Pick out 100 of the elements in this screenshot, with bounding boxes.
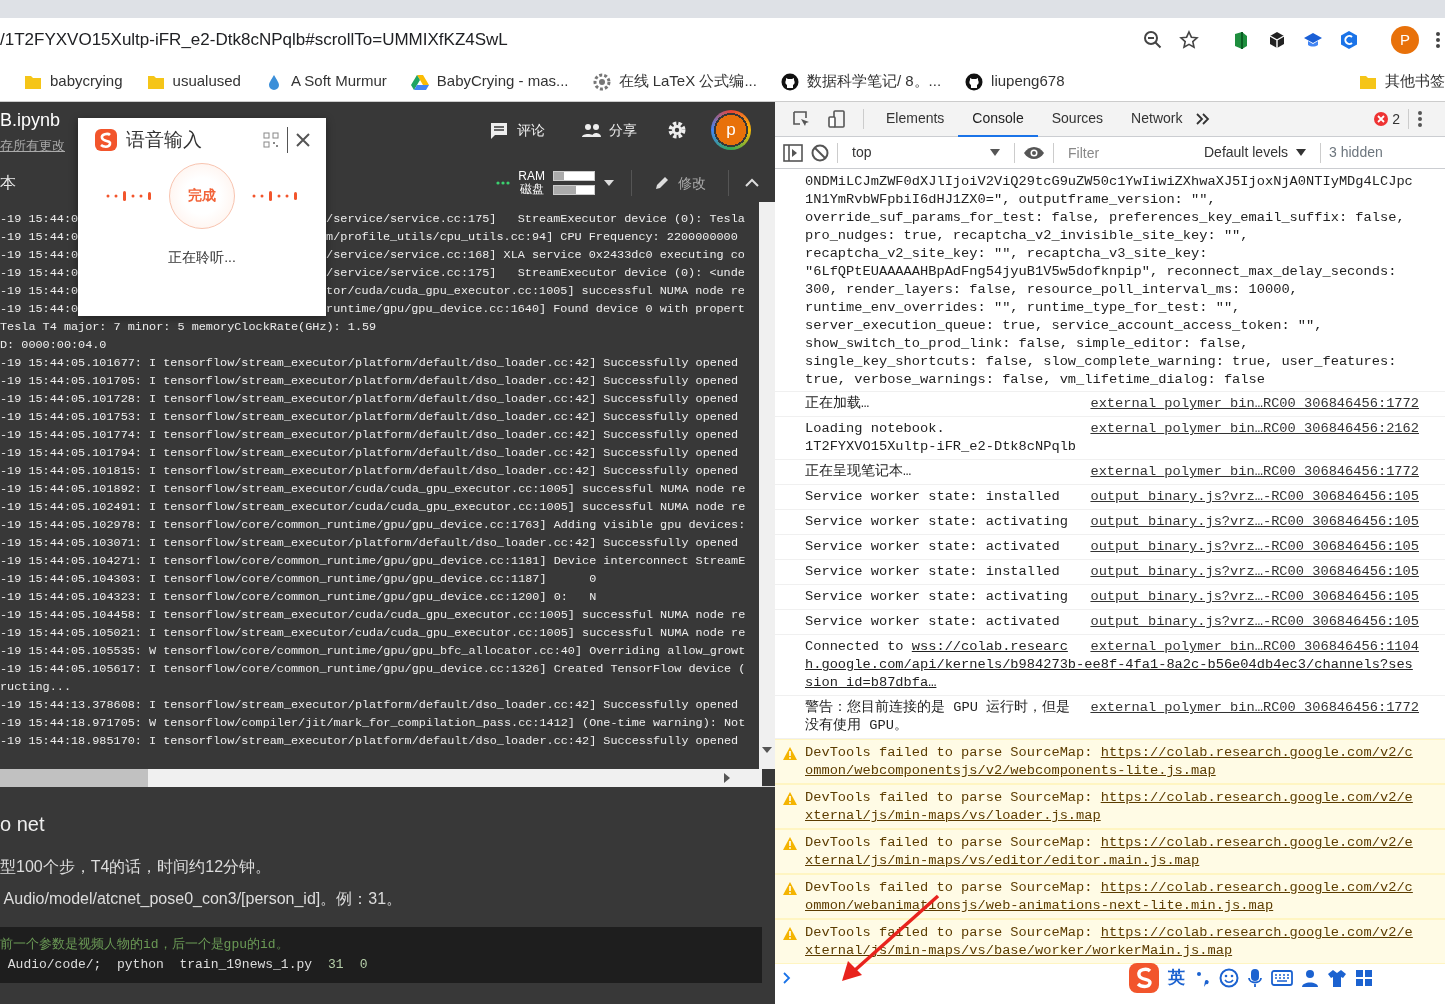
zoom-out-icon[interactable] [1143, 30, 1163, 50]
grid-icon[interactable] [1355, 969, 1373, 987]
bookmark-link[interactable]: 数据科学笔记/ 8。... [806, 70, 942, 93]
log-line: -19 15:44:05.101774: I tensorflow/stream_executor/platform/default/dso_loader.cc:42] Successfully opened [0, 427, 740, 444]
keyboard-icon[interactable] [1271, 970, 1293, 986]
source-link[interactable]: output_binary.js?vrz…-RC00_306846456:105 [1090, 513, 1419, 531]
scroll-right-icon[interactable] [724, 773, 730, 783]
pencil-icon [654, 175, 670, 191]
source-link[interactable]: output_binary.js?vrz…-RC00_306846456:105 [1090, 588, 1419, 606]
source-link[interactable]: output_binary.js?vrz…-RC00_306846456:105 [1090, 538, 1419, 556]
log-line: tor/cuda/cuda_gpu_executor.cc:1005] successful NUMA node re [326, 283, 745, 300]
input-mode-toggle[interactable]: 英 [1168, 965, 1185, 991]
disk-label: 磁盘 [519, 183, 544, 196]
source-link[interactable]: output_binary.js?vrz…-RC00_306846456:105 [1090, 488, 1419, 506]
caret-icon[interactable] [603, 179, 615, 187]
qr-code-icon[interactable] [263, 132, 279, 149]
source-link[interactable]: output_binary.js?vrz…-RC00_306846456:105 [1090, 613, 1419, 631]
log-line: ructing... [0, 679, 72, 696]
log-line: -19 15:44:05.105535: W tensorflow/core/common_runtime/gpu/gpu_bfc_allocator.cc:40] Overriding allow_growt [0, 643, 747, 660]
prompt-icon [783, 972, 791, 984]
url-text[interactable]: /1T2FYXVO15Xultp-iFR_e2-Dtk8cNPqlb#scrollTo=UMMIXfKZ4SwL [0, 27, 1143, 53]
log-line: -19 15:44:0 [0, 301, 79, 318]
settings-icon[interactable] [667, 120, 687, 140]
comment-icon [489, 121, 509, 139]
log-line: -19 15:44:05.101892: I tensorflow/stream_executor/cuda/cuda_gpu_executor.cc:1005] successful NUMA node re [0, 481, 747, 498]
cell-text: 型100个步，T4的话，时间约12分钟。 [0, 857, 273, 877]
error-icon [1374, 112, 1389, 126]
code-text: Audio/code/; python train_19news_1.py [6, 956, 313, 974]
popup-title: 语音输入 [126, 128, 202, 152]
s-logo-icon[interactable] [1128, 962, 1160, 994]
log-line: -19 15:44:05.102491: I tensorflow/stream_executor/cuda/cuda_gpu_executor.cc:1005] successful NUMA node re [0, 499, 747, 516]
listening-status: 正在聆听... [168, 248, 236, 265]
console-message: 正在加载… [805, 396, 870, 411]
levels-dropdown[interactable]: Default levels [1198, 141, 1313, 164]
context-select[interactable]: top [846, 141, 1006, 164]
close-icon[interactable] [296, 133, 310, 148]
log-line: -19 15:44:05.104271: I tensorflow/core/common_runtime/gpu/gpu_device.cc:1181] Device interconnect StreamE [0, 553, 747, 570]
star-icon[interactable] [1179, 30, 1199, 50]
more-tabs-icon[interactable] [1196, 113, 1211, 125]
bookmark-link[interactable]: babycrying [50, 70, 123, 93]
toolbar-button[interactable]: 分享 [575, 118, 643, 142]
log-line: -19 15:44:05.105021: I tensorflow/stream_executor/cuda/cuda_gpu_executor.cc:1005] successful NUMA node re [0, 625, 747, 642]
shirt-icon[interactable] [1327, 969, 1347, 987]
source-link[interactable]: external_polymer_bin…RC00_306846456:1772 [1090, 463, 1419, 481]
devtools-tab[interactable]: Network [1117, 102, 1197, 137]
caret-icon [990, 149, 1000, 156]
devtools-tab[interactable]: Elements [872, 102, 959, 137]
scrollbar[interactable] [759, 202, 775, 769]
console-message: 正在呈现笔记本… [805, 464, 912, 479]
clear-console-icon[interactable] [811, 143, 829, 162]
menu-icon[interactable] [1435, 30, 1441, 50]
log-line: -19 15:44:05.105617: I tensorflow/core/common_runtime/gpu/gpu_device.cc:1326] Created TensorFlow device ( [0, 661, 747, 678]
github-icon [965, 72, 984, 91]
devtools-tab[interactable]: Sources [1037, 102, 1118, 137]
ram-label: RAM [518, 170, 545, 183]
log-line: D: 0000:00:04.0 [0, 337, 108, 354]
bookmark-link[interactable]: A Soft Murmur [290, 70, 387, 93]
log-line: runtime/gpu/gpu_device.cc:1640] Found device 0 with propert [326, 301, 745, 318]
eye-icon[interactable] [1023, 145, 1045, 160]
edit-button[interactable]: 修改 [648, 171, 712, 195]
code-block[interactable]: 前一个参数是视频人物的id，后一个是gpu的id。 Audio/code/; python train_19news_1.py 31 0 [0, 927, 762, 983]
cell-heading: o net [0, 812, 46, 837]
console-message: Service worker state: installed [805, 564, 1060, 579]
person-icon[interactable] [1301, 969, 1319, 987]
save-link[interactable]: 存所有更改 [0, 135, 65, 156]
warning-icon [783, 927, 797, 940]
warning-icon [783, 747, 797, 760]
scroll-down-icon[interactable] [762, 747, 772, 753]
bookmark-link[interactable]: liupeng678 [991, 70, 1065, 93]
toolbar-button[interactable]: 评论 [483, 118, 551, 142]
error-count[interactable]: 2 [1392, 108, 1400, 130]
source-link[interactable]: external_polymer_bin…RC00_306846456:1772 [1090, 699, 1419, 717]
log-line: -19 15:44:0 [0, 211, 79, 228]
devtools-tab[interactable]: Console [958, 102, 1038, 137]
device-icon[interactable] [827, 109, 847, 129]
hexagon-icon[interactable] [1339, 30, 1359, 50]
console-message: Service worker state: activating [805, 514, 1068, 529]
source-link[interactable]: external_polymer_bin…RC00_306846456:1772 [1090, 395, 1419, 413]
bookmark-link[interactable]: BabyCrying - mas... [436, 70, 569, 93]
sidebar-toggle-icon[interactable] [783, 143, 803, 162]
s-logo-icon [94, 128, 118, 153]
log-line: -19 15:44:05.101677: I tensorflow/stream_executor/platform/default/dso_loader.cc:42] Successfully opened [0, 355, 740, 372]
chevron-up-icon[interactable] [745, 178, 759, 188]
log-line: -19 15:44:0 [0, 247, 79, 264]
bookmark-link[interactable]: 在线 LaTeX 公式编... [618, 70, 757, 93]
source-link[interactable]: output_binary.js?vrz…-RC00_306846456:105 [1090, 563, 1419, 581]
caret-icon [1296, 149, 1307, 156]
bookmark-link[interactable]: 其他书签 [1385, 70, 1445, 93]
menu-icon[interactable] [1417, 110, 1423, 128]
warning-icon [783, 837, 797, 850]
smiley-icon[interactable] [1219, 968, 1239, 988]
log-line: m/profile_utils/cpu_utils.cc:94] CPU Frequency: 2200000000 [326, 229, 738, 246]
code-number: 31 [328, 956, 344, 974]
microphone-icon[interactable] [1247, 968, 1263, 988]
source-link[interactable]: external_polymer_bin…RC00_306846456:2162 [1090, 420, 1419, 438]
source-link[interactable]: external_polymer_bin…RC00_306846456:1104 [1090, 638, 1419, 656]
cube-icon[interactable] [1267, 30, 1287, 50]
console-message: Service worker state: installed [805, 489, 1060, 504]
scrollbar[interactable] [0, 769, 762, 787]
bookmark-link[interactable]: usualused [172, 70, 241, 93]
